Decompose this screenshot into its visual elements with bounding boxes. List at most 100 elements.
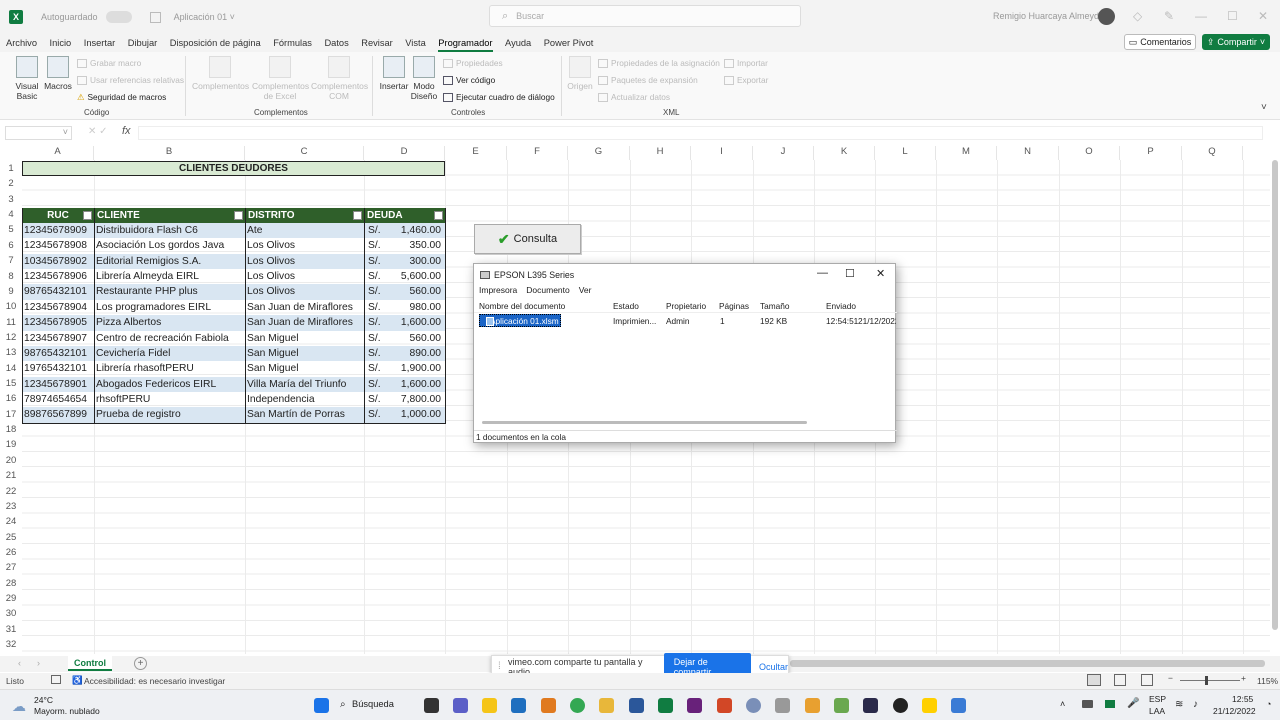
row-header[interactable]: 14 — [0, 361, 22, 376]
vertical-scrollbar[interactable] — [1272, 160, 1278, 630]
row-header[interactable]: 27 — [0, 560, 22, 575]
zoom-in-icon[interactable]: + — [1241, 673, 1246, 683]
app-icon[interactable] — [834, 698, 849, 713]
row-header[interactable]: 4 — [0, 207, 22, 222]
usar-referencias-button[interactable]: Usar referencias relativas — [77, 75, 184, 85]
share-button[interactable]: ⇪ Compartir ˅ — [1202, 34, 1270, 50]
taskbar-search[interactable]: Búsqueda — [352, 699, 394, 709]
row-header[interactable]: 24 — [0, 514, 22, 529]
user-name[interactable]: Remigio Huarcaya Almeyda — [993, 11, 1104, 21]
cell-ruc[interactable]: 12345678908 — [22, 238, 94, 253]
cell-deuda[interactable]: 1,460.00 — [390, 223, 445, 238]
search-box[interactable]: ⌕ Buscar — [489, 5, 801, 27]
column-header[interactable]: Q — [1182, 146, 1243, 160]
column-header[interactable]: G — [568, 146, 630, 160]
row-header[interactable]: 20 — [0, 453, 22, 468]
filter-dropdown-icon[interactable] — [234, 211, 243, 220]
row-header[interactable]: 19 — [0, 437, 22, 452]
microphone-icon[interactable]: 🎤 — [1127, 698, 1139, 709]
task-view-icon[interactable] — [424, 698, 439, 713]
cancel-enter-icon[interactable]: ✕ ✓ — [88, 126, 108, 137]
tab-revisar[interactable]: Revisar — [361, 38, 393, 48]
column-header[interactable]: J — [753, 146, 814, 160]
cell-cliente[interactable]: Pizza Albertos — [94, 315, 245, 330]
row-header[interactable]: 3 — [0, 192, 22, 207]
col-propietario[interactable]: Propietario — [666, 301, 706, 311]
chat-icon[interactable] — [453, 698, 468, 713]
row-header[interactable]: 1 — [0, 161, 22, 176]
importar-button[interactable]: Importar — [724, 58, 768, 68]
row-header[interactable]: 5 — [0, 222, 22, 237]
cell-deuda[interactable]: 7,800.00 — [390, 392, 445, 407]
column-header[interactable]: H — [630, 146, 691, 160]
cell-cliente[interactable]: Cevichería Fidel — [94, 346, 245, 361]
visual-studio-icon[interactable] — [687, 698, 702, 713]
zoom-slider[interactable] — [1180, 680, 1240, 681]
file-explorer-icon[interactable] — [482, 698, 497, 713]
row-header[interactable]: 7 — [0, 253, 22, 268]
cell-cliente[interactable]: Distribuidora Flash C6 — [94, 223, 245, 238]
row-header[interactable]: 13 — [0, 345, 22, 360]
weather-temp[interactable]: 24°C — [34, 695, 53, 705]
clock-date[interactable]: 21/12/2022 — [1213, 706, 1256, 716]
col-estado[interactable]: Estado — [613, 301, 639, 311]
app-icon[interactable] — [775, 698, 790, 713]
weather-icon[interactable]: ☁ — [12, 698, 26, 715]
tab-archivo[interactable]: Archivo — [6, 38, 37, 48]
cell-ruc[interactable]: 89876567899 — [22, 407, 94, 422]
column-header[interactable]: C — [245, 146, 364, 160]
header-distrito[interactable]: DISTRITO — [245, 208, 364, 223]
cell-cliente[interactable]: Librería rhasoftPERU — [94, 361, 245, 376]
maximize-icon[interactable]: ☐ — [845, 267, 855, 280]
cell-distrito[interactable]: San Miguel — [245, 346, 364, 361]
visual-basic-button[interactable]: Visual Basic — [12, 56, 42, 101]
column-header[interactable]: B — [94, 146, 245, 160]
tab-dibujar[interactable]: Dibujar — [128, 38, 157, 48]
cell-cliente[interactable]: Editorial Remigios S.A. — [94, 254, 245, 269]
name-box[interactable]: ˅ — [5, 126, 72, 140]
row-header[interactable]: 30 — [0, 606, 22, 621]
tray-app-icon[interactable] — [1105, 700, 1115, 708]
minimize-icon[interactable]: — — [1195, 9, 1207, 23]
cell-cliente[interactable]: Asociación Los gordos Java — [94, 238, 245, 253]
page-break-icon[interactable] — [1141, 674, 1153, 686]
table-row[interactable]: 12345678909 Distribuidora Flash C6 Ate S/. 1… — [22, 223, 445, 239]
print-queue-icon[interactable] — [951, 698, 966, 713]
cell-deuda[interactable]: 1,000.00 — [390, 407, 445, 422]
horizontal-scrollbar[interactable] — [790, 660, 1265, 667]
cell-ruc[interactable]: 12345678906 — [22, 269, 94, 284]
pen-icon[interactable]: ✎ — [1164, 9, 1174, 23]
row-header[interactable]: 29 — [0, 591, 22, 606]
minimize-icon[interactable]: — — [817, 267, 828, 279]
normal-view-icon[interactable] — [1087, 674, 1101, 686]
table-row[interactable]: 98765432101 Restaurante PHP plus Los Olivo… — [22, 284, 445, 300]
column-header[interactable]: P — [1120, 146, 1182, 160]
macros-button[interactable]: Macros — [43, 56, 73, 91]
word-icon[interactable] — [629, 698, 644, 713]
cell-ruc[interactable]: 19765432101 — [22, 361, 94, 376]
volume-icon[interactable]: ♪ — [1193, 699, 1198, 710]
cell-ruc[interactable]: 98765432101 — [22, 284, 94, 299]
row-header[interactable]: 28 — [0, 576, 22, 591]
cell-distrito[interactable]: Los Olivos — [245, 284, 364, 299]
tab-inicio[interactable]: Inicio — [50, 38, 72, 48]
insertar-control-button[interactable]: Insertar — [378, 56, 410, 91]
cell-cliente[interactable]: Prueba de registro — [94, 407, 245, 422]
job-document-name[interactable]: Aplicación 01.xlsm — [479, 314, 561, 327]
col-tamano[interactable]: Tamaño — [760, 301, 790, 311]
column-header[interactable]: O — [1059, 146, 1120, 160]
cell-ruc[interactable]: 98765432101 — [22, 346, 94, 361]
table-row[interactable]: 12345678908 Asociación Los gordos Java Los… — [22, 238, 445, 253]
cell-deuda[interactable]: 1,900.00 — [390, 361, 445, 376]
next-sheet-icon[interactable]: › — [37, 658, 40, 668]
horizontal-scrollbar[interactable] — [482, 421, 807, 424]
app-icon[interactable] — [922, 698, 937, 713]
table-row[interactable]: 12345678901 Abogados Federicos EIRL Villa … — [22, 376, 445, 392]
zoom-thumb[interactable] — [1205, 676, 1208, 685]
row-header[interactable]: 6 — [0, 238, 22, 253]
column-header[interactable]: F — [507, 146, 568, 160]
insert-function-icon[interactable]: fx — [122, 125, 131, 137]
add-sheet-icon[interactable]: + — [134, 657, 147, 670]
cell-deuda[interactable]: 890.00 — [390, 346, 445, 361]
row-header[interactable]: 25 — [0, 530, 22, 545]
